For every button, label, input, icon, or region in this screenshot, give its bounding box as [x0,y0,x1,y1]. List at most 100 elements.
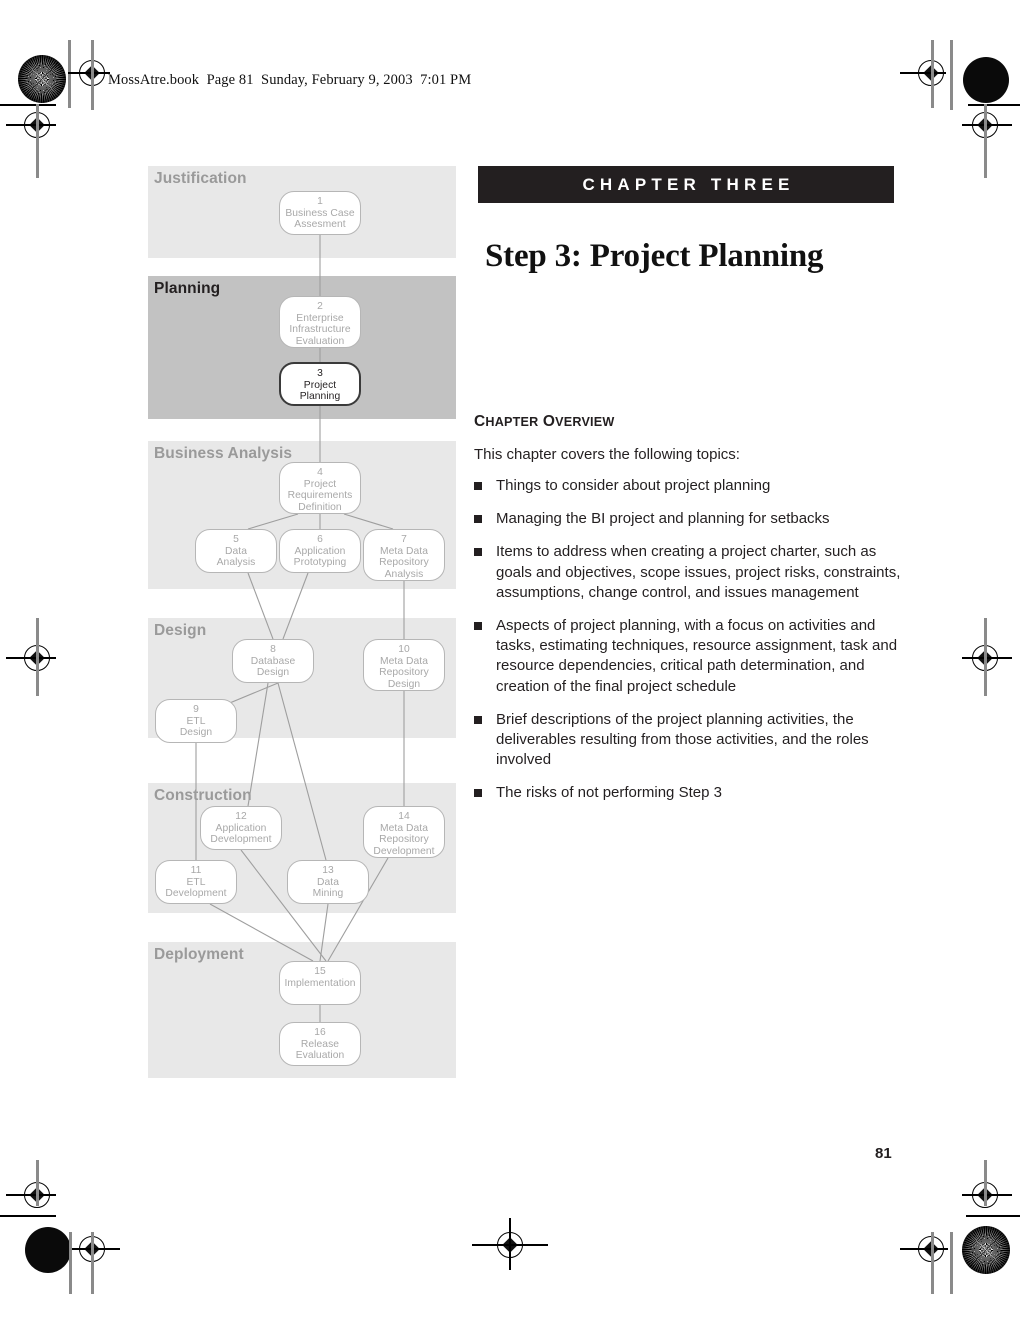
diagram-node-number: 1 [317,196,323,207]
diagram-node-12: 12 Application Development [200,806,282,850]
diagram-node-number: 14 [398,811,410,822]
overview-bullet-text: The risks of not performing Step 3 [496,784,722,802]
density-patch-top-right [963,57,1009,103]
diagram-node-11: 11 ETL Development [155,860,237,904]
crosshair-rule-right-middle [962,657,1012,659]
diagram-node-number: 10 [398,644,410,655]
diagram-connector-line [319,903,329,962]
diagram-node-label: Application Development [210,822,272,846]
overview-heading-cap-1: C [474,413,486,430]
gray-guide-top-right-2 [931,40,934,108]
overview-bullet-text: Items to address when creating a project… [496,543,901,601]
overview-bullet-text: Things to consider about project plannin… [496,477,771,494]
gray-guide-right-upper [984,104,987,178]
diagram-node-number: 12 [235,811,247,822]
diagram-node-4: 4 Project Requirements Definition [279,462,361,514]
gray-guide-bottom-left-2 [91,1232,94,1294]
diagram-node-16: 16 Release Evaluation [279,1022,361,1066]
overview-heading-smallcaps-1: HAPTER [485,415,539,429]
gray-guide-top-left-2 [91,40,94,110]
gray-guide-right-lower [984,1160,987,1206]
chapter-banner: CHAPTER THREE [478,166,894,203]
diagram-node-label: Database Design [250,655,296,679]
diagram-connector-line [277,682,327,861]
diagram-connector-line [209,903,314,962]
diagram-node-label: Meta Data Repository Design [379,655,429,690]
bullet-square-icon [474,482,482,490]
diagram-node-number: 16 [314,1027,326,1038]
diagram-node-label: Project Requirements Definition [287,478,353,513]
diagram-node-label: Application Prototyping [293,545,347,569]
rosette-mark-bottom-right [962,1226,1010,1274]
overview-bullet-text: Aspects of project planning, with a focu… [496,617,898,695]
overview-bullet-list: Things to consider about project plannin… [474,476,916,817]
diagram-node-label: Enterprise Infrastructure Evaluation [289,312,351,347]
overview-heading-cap-2: O [542,413,556,430]
bullet-square-icon [474,789,482,798]
page-title: Step 3: Project Planning [485,238,824,275]
gray-guide-top-left [68,40,71,108]
crosshair-rule-bottom-left [72,1248,120,1250]
trim-rule-left-lower [0,1215,56,1217]
overview-bullet-item: Brief descriptions of the project planni… [474,710,916,771]
page-number: 81 [875,1145,892,1162]
diagram-connector-line [247,572,274,640]
diagram-node-label: ETL Design [179,715,213,739]
diagram-node-number: 7 [401,534,407,545]
crosshair-rule-left-middle [6,657,56,659]
diagram-node-10: 10 Meta Data Repository Design [363,639,445,691]
diagram-connector-line [282,572,309,640]
diagram-node-5: 5 Data Analysis [195,529,277,573]
bullet-square-icon [474,548,482,557]
overview-bullet-item: The risks of not performing Step 3 [474,783,916,803]
gray-guide-left-upper [36,104,39,178]
trim-rule-left-upper [0,104,56,106]
diagram-node-number: 15 [314,966,326,977]
gray-guide-left-lower [36,1160,39,1206]
gray-guide-top-right [950,40,953,110]
diagram-node-2: 2 Enterprise Infrastructure Evaluation [279,296,361,348]
gray-guide-left-middle [36,618,39,696]
gray-guide-bottom-right-2 [931,1232,934,1294]
bullet-square-icon [474,715,482,724]
diagram-node-label: Data Mining [312,876,344,900]
overview-bullet-item: Aspects of project planning, with a focu… [474,616,916,697]
crosshair-rule-top-left [68,72,110,74]
diagram-node-6: 6 Application Prototyping [279,529,361,573]
diagram-node-9: 9 ETL Design [155,699,237,743]
diagram-node-7: 7 Meta Data Repository Analysis [363,529,445,581]
density-patch-bottom-left [25,1227,71,1273]
diagram-node-number: 11 [190,865,202,876]
crosshair-rule-top-right [900,72,946,74]
gray-guide-bottom-right [950,1232,953,1294]
diagram-node-number: 9 [193,704,199,715]
diagram-node-15: 15 Implementation [279,961,361,1005]
running-header: MossAtre.book Page 81 Sunday, February 9… [108,72,472,88]
diagram-node-label: Meta Data Repository Development [373,822,435,857]
diagram-connector-line [247,682,269,807]
diagram-node-3: 3 Project Planning [279,362,361,406]
methodology-diagram: Justification Planning Business Analysis De… [148,166,456,1078]
crosshair-vrule-bottom-center [509,1218,511,1270]
diagram-node-label: Release Evaluation [295,1038,345,1062]
rosette-mark-top-left [18,55,66,103]
trim-rule-right-upper [968,104,1020,106]
overview-bullet-item: Things to consider about project plannin… [474,476,916,496]
diagram-node-number: 13 [322,865,334,876]
overview-bullet-text: Brief descriptions of the project planni… [496,710,869,769]
crosshair-rule-bottom-right [900,1248,948,1250]
diagram-node-number: 5 [233,534,239,545]
bullet-square-icon [474,515,482,524]
overview-bullet-item: Items to address when creating a project… [474,542,916,603]
diagram-node-13: 13 Data Mining [287,860,369,904]
diagram-node-number: 6 [317,534,323,545]
diagram-node-label: Business Case Assesment [285,207,355,231]
trim-rule-right-lower [966,1215,1020,1217]
diagram-node-14: 14 Meta Data Repository Development [363,806,445,858]
diagram-node-number: 3 [317,368,323,379]
diagram-node-label: Data Analysis [216,545,256,569]
crosshair-rule-right-lower [962,1194,1012,1196]
diagram-node-number: 2 [317,301,323,312]
diagram-node-8: 8 Database Design [232,639,314,683]
chapter-banner-label: CHAPTER THREE [582,175,795,194]
